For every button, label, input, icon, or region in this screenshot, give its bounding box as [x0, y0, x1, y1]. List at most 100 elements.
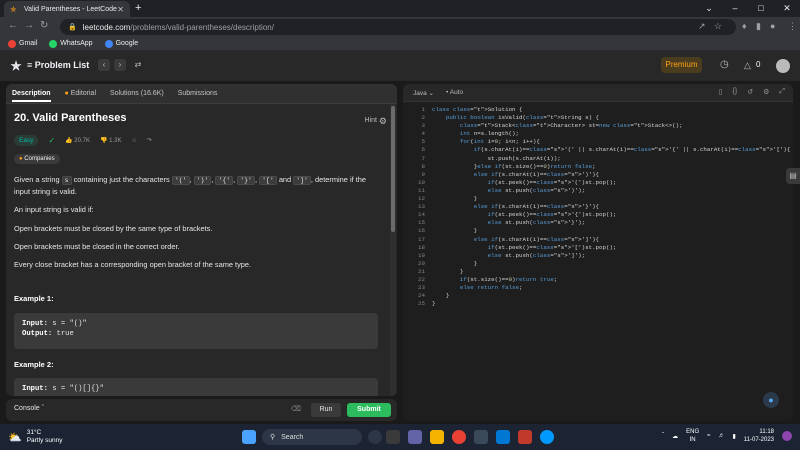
code-line[interactable]: 13 else if(s.charAt(i)==class="s">'}'){: [403, 203, 793, 211]
code-line[interactable]: 18 if(st.peek()==class="s">'[')st.pop();: [403, 244, 793, 252]
code-line[interactable]: 16 }: [403, 227, 793, 235]
tab-editorial[interactable]: ● Editorial: [65, 90, 96, 97]
code-line[interactable]: 14 if(st.peek()==class="s">'{')st.pop();: [403, 211, 793, 219]
battery-icon[interactable]: ▮: [732, 433, 735, 440]
leetcode-logo-icon[interactable]: ✯: [11, 59, 21, 73]
bookmark-icon[interactable]: ▯: [719, 88, 723, 96]
chevron-up-icon[interactable]: ˆ: [662, 433, 664, 439]
code-line[interactable]: 8 }else if(st.size()==0)return false;: [403, 163, 793, 171]
timer-icon[interactable]: ◷: [720, 59, 729, 70]
reload-icon[interactable]: ↻: [40, 20, 48, 31]
code-line[interactable]: 24 }: [403, 292, 793, 300]
code-line[interactable]: 21 }: [403, 268, 793, 276]
code-line[interactable]: 2 public boolean isValid(class="t">Strin…: [403, 114, 793, 122]
forward-icon[interactable]: →: [24, 20, 34, 31]
fullscreen-icon[interactable]: ⤢: [779, 88, 785, 96]
app-icon[interactable]: [518, 430, 532, 444]
code-line[interactable]: 25}: [403, 300, 793, 308]
close-window-icon[interactable]: ✕: [774, 0, 800, 17]
like-button[interactable]: 👍 20.7K: [65, 137, 90, 144]
mail-icon[interactable]: [496, 430, 510, 444]
dislike-button[interactable]: 👎 1.3K: [100, 137, 121, 144]
copilot-icon[interactable]: [368, 430, 382, 444]
weather-widget[interactable]: ⛅ 31°C Partly sunny: [8, 429, 62, 445]
code-line[interactable]: 4 int n=s.length();: [403, 130, 793, 138]
maximize-icon[interactable]: □: [748, 0, 774, 17]
code-line[interactable]: 10 if(st.peek()==class="s">'(')st.pop();: [403, 179, 793, 187]
bookmark-whatsapp[interactable]: WhatsApp: [49, 39, 93, 48]
share-icon[interactable]: ↷: [147, 137, 152, 144]
hint-label[interactable]: Hint: [365, 117, 377, 124]
language-select[interactable]: Java ⌄: [413, 89, 434, 97]
taskbar-search[interactable]: ⚲ Search: [262, 429, 362, 445]
share-icon[interactable]: ↗: [698, 21, 706, 32]
new-tab-button[interactable]: +: [135, 2, 141, 14]
star-icon[interactable]: ☆: [131, 137, 136, 144]
code-line[interactable]: 11 else st.push(class="s">')');: [403, 187, 793, 195]
avatar[interactable]: [776, 59, 790, 73]
submit-button[interactable]: Submit: [347, 403, 391, 417]
browser-tab[interactable]: ✯ Valid Parentheses - LeetCode ✕: [4, 1, 130, 17]
code-line[interactable]: 17 else if(s.charAt(i)==class="s">']'){: [403, 236, 793, 244]
edge-icon[interactable]: [540, 430, 554, 444]
profile-icon[interactable]: ●: [770, 21, 775, 31]
braces-icon[interactable]: {}: [733, 88, 738, 96]
chrome-icon[interactable]: [452, 430, 466, 444]
sidebar-icon[interactable]: ▮: [756, 21, 761, 32]
language-indicator[interactable]: ENG IN: [686, 428, 699, 444]
tab-submissions[interactable]: Submissions: [178, 90, 218, 97]
menu-icon[interactable]: ⋮: [788, 21, 797, 32]
trash-icon[interactable]: ⌫: [291, 405, 301, 413]
code-line[interactable]: 5 for(int i=0; i<n; i++){: [403, 138, 793, 146]
tab-search-icon[interactable]: ⌄: [696, 0, 722, 17]
code-line[interactable]: 15 else st.push(class="s">'}');: [403, 219, 793, 227]
minimize-icon[interactable]: –: [722, 0, 748, 17]
bookmark-google[interactable]: Google: [104, 39, 138, 48]
code-line[interactable]: 22 if(st.size()==0)return true;: [403, 276, 793, 284]
clock[interactable]: 11:18 11-07-2023: [744, 428, 774, 444]
back-icon[interactable]: ←: [8, 20, 18, 31]
settings-icon[interactable]: ⚙: [379, 116, 387, 127]
code-line[interactable]: 19 else st.push(class="s">']');: [403, 252, 793, 260]
windows-start-icon[interactable]: [242, 430, 256, 444]
reset-icon[interactable]: ↺: [747, 88, 753, 96]
console-toggle[interactable]: Console ˆ: [14, 405, 44, 412]
shuffle-icon[interactable]: ⇄: [132, 59, 144, 71]
run-button[interactable]: Run: [311, 403, 341, 417]
code-line[interactable]: 20 }: [403, 260, 793, 268]
code-line[interactable]: 3 class="t">Stack<class="t">Character> s…: [403, 122, 793, 130]
code-line[interactable]: 9 else if(s.charAt(i)==class="s">')'){: [403, 171, 793, 179]
side-panel-toggle-icon[interactable]: ▤: [786, 168, 800, 184]
code-area[interactable]: 1 class class="t">Solution {2 public bool…: [403, 106, 793, 308]
tab-solutions[interactable]: Solutions (16.6K): [110, 90, 164, 97]
bookmark-gmail[interactable]: Gmail: [8, 39, 37, 48]
cloud-icon[interactable]: ☁: [672, 433, 678, 440]
volume-icon[interactable]: ♬: [718, 433, 724, 439]
wifi-icon[interactable]: ≈: [707, 433, 710, 439]
store-icon[interactable]: [474, 430, 488, 444]
notification-badge[interactable]: [782, 431, 792, 441]
code-line[interactable]: 1 class class="t">Solution {: [403, 106, 793, 114]
teams-icon[interactable]: [408, 430, 422, 444]
task-view-icon[interactable]: [386, 430, 400, 444]
code-line[interactable]: 12 }: [403, 195, 793, 203]
scrollbar-thumb[interactable]: [391, 106, 395, 232]
settings-icon[interactable]: ⚙: [763, 88, 769, 96]
premium-button[interactable]: Premium: [661, 57, 702, 73]
file-explorer-icon[interactable]: [430, 430, 444, 444]
problem-list-link[interactable]: ≡ Problem List: [27, 60, 89, 70]
autocomplete-toggle[interactable]: • Auto: [446, 89, 463, 96]
code-line[interactable]: 7 st.push(s.charAt(i));: [403, 155, 793, 163]
close-tab-icon[interactable]: ✕: [117, 5, 124, 14]
extensions-icon[interactable]: ♦: [742, 21, 747, 31]
code-line[interactable]: 6 if(s.charAt(i)==class="s">'(' || s.cha…: [403, 146, 793, 154]
companies-tag[interactable]: ● Companies: [14, 154, 60, 164]
next-problem-button[interactable]: ›: [114, 59, 126, 71]
tab-description[interactable]: Description: [12, 90, 51, 102]
prev-problem-button[interactable]: ‹: [98, 59, 110, 71]
code-line[interactable]: 23 else return false;: [403, 284, 793, 292]
streak-fire-icon[interactable]: △: [744, 60, 751, 71]
bookmark-star-icon[interactable]: ☆: [714, 21, 722, 32]
chat-icon[interactable]: ●: [763, 392, 779, 408]
address-bar[interactable]: 🔒 leetcode.com /problems/valid-parenthes…: [60, 19, 736, 35]
